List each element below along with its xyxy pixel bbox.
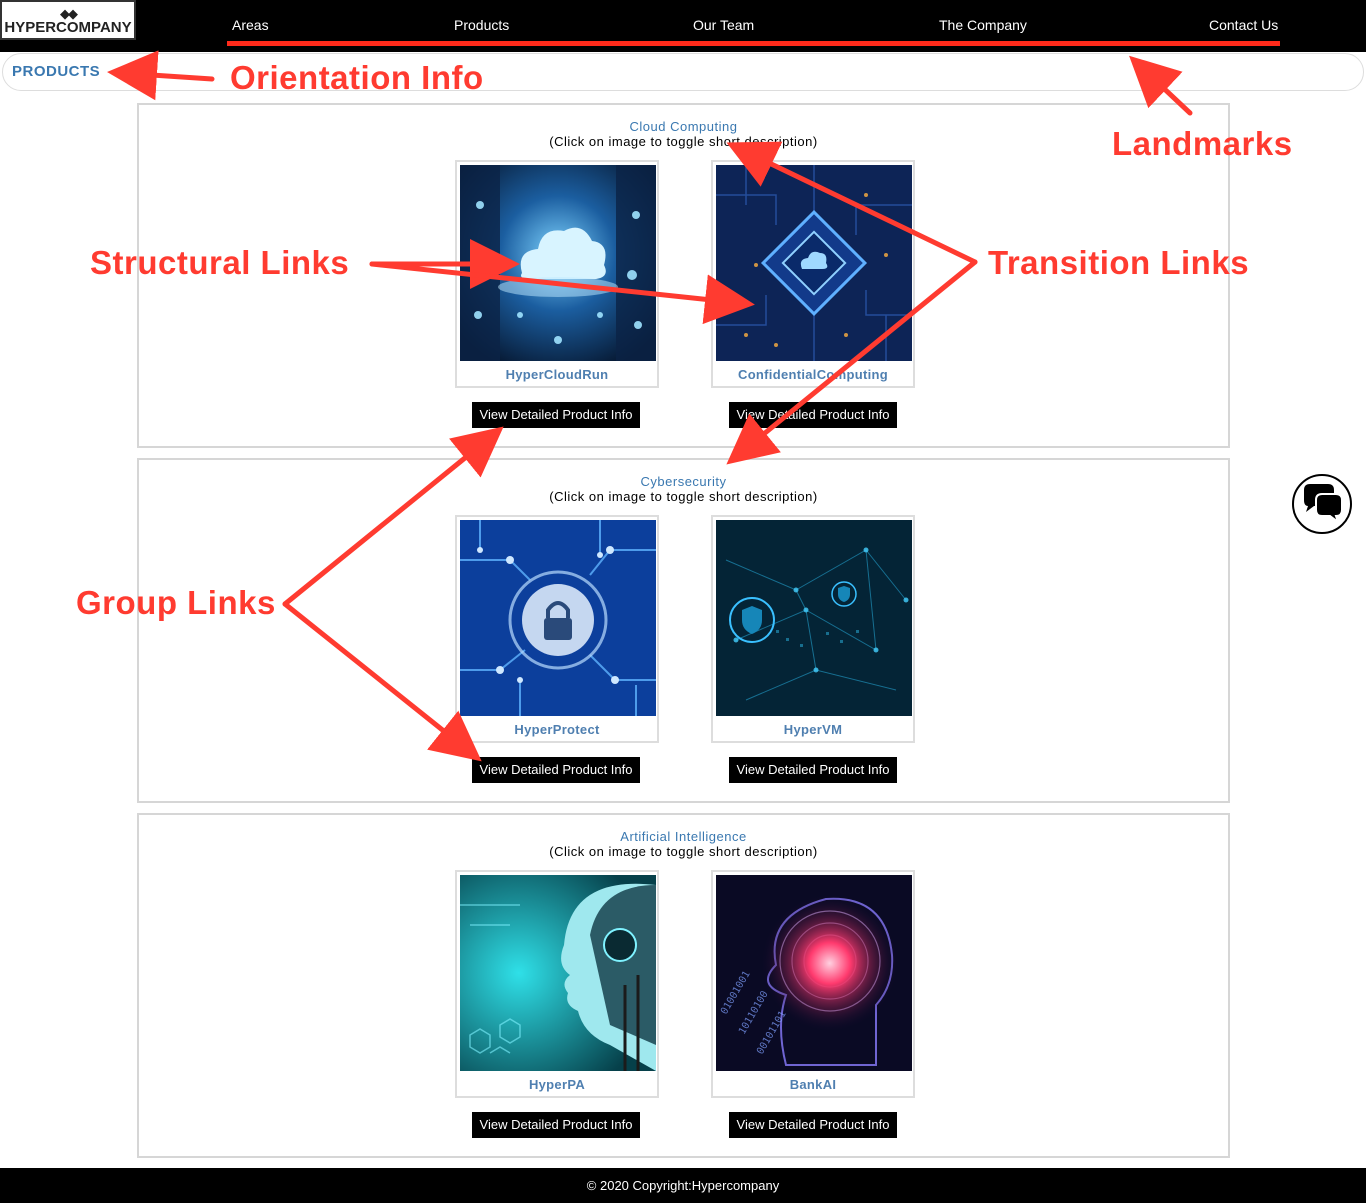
chat-button[interactable] bbox=[1292, 474, 1352, 534]
landmarks-highlight-underline bbox=[227, 41, 1280, 46]
product-card-hyperprotect[interactable]: HyperProtect bbox=[455, 515, 659, 743]
product-name[interactable]: HyperProtect bbox=[457, 722, 657, 737]
view-detailed-product-info-button[interactable]: View Detailed Product Info bbox=[472, 402, 640, 428]
section-subtitle: (Click on image to toggle short descript… bbox=[549, 844, 818, 859]
section-subtitle: (Click on image to toggle short descript… bbox=[549, 489, 818, 504]
cloud-server-room-image[interactable] bbox=[460, 165, 656, 361]
product-card-confidentialcomputing[interactable]: ConfidentialComputing bbox=[711, 160, 915, 388]
product-card-hyperpa[interactable]: HyperPA bbox=[455, 870, 659, 1098]
view-detailed-product-info-button[interactable]: View Detailed Product Info bbox=[472, 757, 640, 783]
top-navigation-bar: ◆◆ HYPERCOMPANY Areas Products Our Team … bbox=[0, 0, 1366, 52]
product-name[interactable]: ConfidentialComputing bbox=[713, 367, 913, 382]
annotation-transition-links: Transition Links bbox=[988, 244, 1250, 281]
breadcrumb-current-page: PRODUCTS bbox=[12, 63, 101, 80]
product-card-hypervm[interactable]: HyperVM bbox=[711, 515, 915, 743]
nav-item-contact-us[interactable]: Contact Us bbox=[1209, 17, 1278, 33]
robot-head-image[interactable] bbox=[460, 875, 656, 1071]
view-detailed-product-info-button[interactable]: View Detailed Product Info bbox=[729, 1112, 897, 1138]
annotation-group-links: Group Links bbox=[76, 584, 276, 621]
view-detailed-product-info-button[interactable]: View Detailed Product Info bbox=[729, 757, 897, 783]
cloud-chip-image[interactable] bbox=[716, 165, 912, 361]
section-subtitle: (Click on image to toggle short descript… bbox=[549, 134, 818, 149]
company-logo[interactable]: ◆◆ HYPERCOMPANY bbox=[0, 0, 136, 40]
chat-bubbles-icon bbox=[1304, 484, 1343, 525]
annotation-structural-links: Structural Links bbox=[90, 244, 350, 281]
section-title[interactable]: Artificial Intelligence bbox=[139, 829, 1228, 844]
nav-item-products[interactable]: Products bbox=[454, 17, 509, 33]
product-name[interactable]: BankAI bbox=[713, 1077, 913, 1092]
circuit-lock-image[interactable] bbox=[460, 520, 656, 716]
annotation-orientation-info: Orientation Info bbox=[230, 59, 484, 96]
network-shield-image[interactable] bbox=[716, 520, 912, 716]
nav-item-areas[interactable]: Areas bbox=[232, 17, 269, 33]
breadcrumb: PRODUCTS bbox=[2, 53, 1364, 91]
logo-text: HYPERCOMPANY bbox=[4, 19, 132, 36]
nav-item-our-team[interactable]: Our Team bbox=[693, 17, 754, 33]
product-card-bankai[interactable]: 01001001 10110100 00101101 BankAI bbox=[711, 870, 915, 1098]
product-name[interactable]: HyperVM bbox=[713, 722, 913, 737]
copyright-text: © 2020 Copyright:Hypercompany bbox=[586, 1178, 780, 1193]
product-name[interactable]: HyperPA bbox=[457, 1077, 657, 1092]
product-section-artificial-intelligence: Artificial Intelligence (Click on image … bbox=[137, 813, 1230, 1158]
product-name[interactable]: HyperCloudRun bbox=[457, 367, 657, 382]
view-detailed-product-info-button[interactable]: View Detailed Product Info bbox=[472, 1112, 640, 1138]
annotation-landmarks: Landmarks bbox=[1112, 125, 1293, 162]
section-title[interactable]: Cybersecurity bbox=[139, 474, 1228, 489]
digital-brain-head-image[interactable]: 01001001 10110100 00101101 bbox=[716, 875, 912, 1071]
footer: © 2020 Copyright:Hypercompany bbox=[0, 1168, 1366, 1203]
product-section-cybersecurity: Cybersecurity (Click on image to toggle … bbox=[137, 458, 1230, 803]
product-card-hypercloudrun[interactable]: HyperCloudRun bbox=[455, 160, 659, 388]
section-title[interactable]: Cloud Computing bbox=[139, 119, 1228, 134]
view-detailed-product-info-button[interactable]: View Detailed Product Info bbox=[729, 402, 897, 428]
nav-item-the-company[interactable]: The Company bbox=[939, 17, 1027, 33]
